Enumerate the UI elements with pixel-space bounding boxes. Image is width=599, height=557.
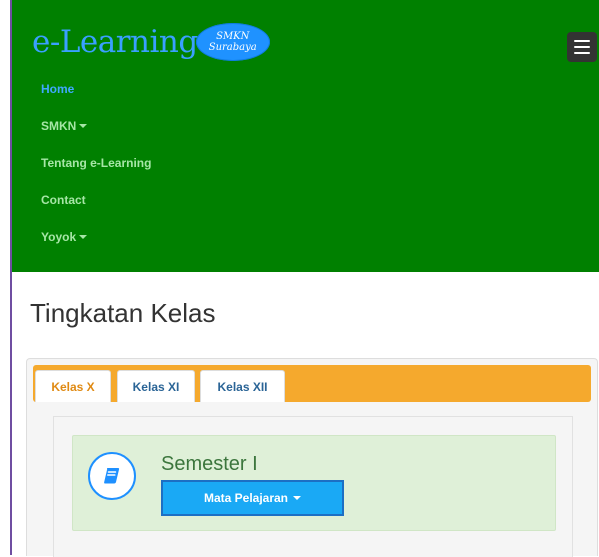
badge-line1: SMKN [216,31,250,42]
hamburger-icon-bar [574,52,590,54]
tab-kelas-xi[interactable]: Kelas XI [117,370,195,402]
caret-down-icon [293,496,302,500]
nav-item-label: SMKN [41,118,77,133]
subjects-dropdown-button[interactable]: Mata Pelajaran [161,480,344,516]
hamburger-icon-bar [574,46,590,48]
semester-title: Semester I [161,453,258,475]
nav-item-home[interactable]: Home [41,70,151,107]
nav-item-contact[interactable]: Contact [41,181,151,218]
hamburger-icon-bar [574,40,590,42]
brand-logo[interactable]: e-Learning SMKN Surabaya [32,22,270,62]
badge-line2: Surabaya [208,42,257,53]
class-level-panel: Kelas X Kelas XI Kelas XII Semester I Ma… [26,358,598,557]
navbar: e-Learning SMKN Surabaya Home SMKN Tenta… [12,0,599,272]
school-badge: SMKN Surabaya [195,23,270,61]
tab-kelas-xii[interactable]: Kelas XII [200,370,285,402]
book-icon [88,452,136,500]
hamburger-menu-button[interactable] [567,32,597,62]
page-title: Tingkatan Kelas [30,298,216,328]
tab-content: Semester I Mata Pelajaran [53,416,573,557]
nav-item-label: Contact [41,192,86,207]
nav-item-label: Yoyok [41,229,77,244]
tab-kelas-x[interactable]: Kelas X [35,370,111,402]
brand-title: e-Learning [32,24,198,60]
caret-down-icon [79,234,88,239]
button-label: Mata Pelajaran [203,491,289,505]
nav-item-tentang[interactable]: Tentang e-Learning [41,144,151,181]
nav-item-label: Tentang e-Learning [41,155,152,170]
caret-down-icon [79,123,88,128]
semester-card: Semester I Mata Pelajaran [72,435,556,531]
nav-item-smkn[interactable]: SMKN [41,107,151,144]
nav-item-label: Home [41,81,75,96]
nav-menu: Home SMKN Tentang e-Learning Contact Yoy… [41,70,151,255]
nav-item-user[interactable]: Yoyok [41,218,151,255]
tab-strip: Kelas X Kelas XI Kelas XII [33,365,591,402]
